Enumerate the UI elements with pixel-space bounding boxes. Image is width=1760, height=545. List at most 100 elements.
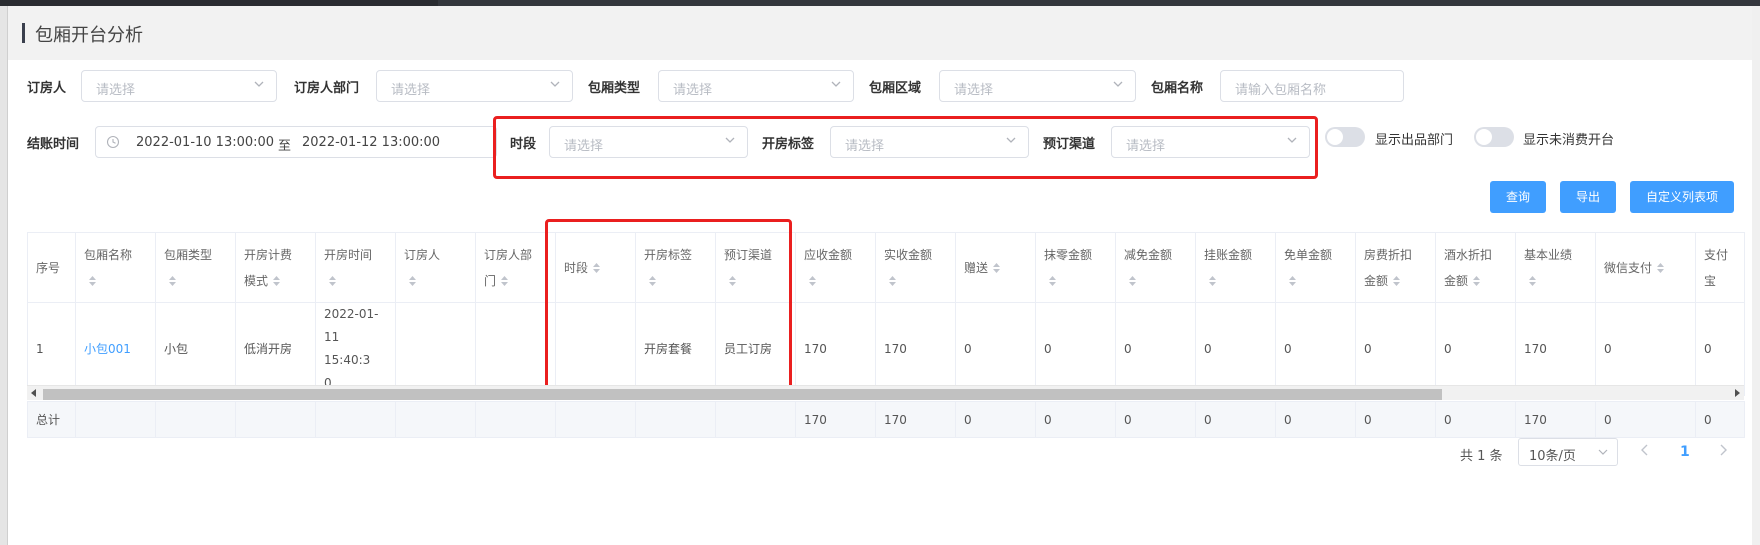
cell-rounding: 0 (1035, 302, 1116, 396)
room-area-select[interactable]: 请选择 (939, 70, 1136, 102)
sort-icon[interactable] (1128, 275, 1137, 287)
page-size-value: 10条/页 (1529, 449, 1576, 464)
totals-wechat: 0 (1595, 401, 1696, 438)
sort-icon[interactable] (808, 275, 817, 287)
col-header-open-time[interactable]: 开房时间 (315, 232, 396, 303)
col-header-drink-discount[interactable]: 酒水折扣 金额 (1435, 232, 1516, 303)
totals-empty (635, 401, 716, 438)
col-header-base-perf[interactable]: 基本业绩 (1515, 232, 1596, 303)
col-header-booker-dept[interactable]: 订房人部门 (475, 232, 556, 303)
col-header-booker[interactable]: 订房人 (395, 232, 476, 303)
sort-icon[interactable] (1528, 275, 1537, 287)
col-header-gift[interactable]: 赠送 (955, 232, 1036, 303)
highlight-columns-box (545, 219, 792, 389)
col-header-room-type[interactable]: 包厢类型 (155, 232, 236, 303)
checkout-start: 2022-01-10 13:00:00 (136, 135, 275, 150)
pagination-total: 共 1 条 (1460, 449, 1503, 464)
totals-receivable: 170 (795, 401, 876, 438)
col-label: 金额 (1444, 273, 1469, 288)
totals-drink-discount: 0 (1435, 401, 1516, 438)
col-label: 酒水折扣 (1444, 247, 1493, 262)
col-header-reduction[interactable]: 减免金额 (1115, 232, 1196, 303)
table-row[interactable]: 1 小包001 小包 低消开房 2022-01- 11 15:40:3 0 开房套餐… (27, 302, 1745, 396)
table-horizontal-scrollbar[interactable] (27, 385, 1744, 400)
totals-empty (155, 401, 236, 438)
col-label: 免单金额 (1284, 247, 1333, 262)
filter-label-room-area: 包厢区域 (869, 81, 922, 96)
col-header-index[interactable]: 序号 (27, 232, 76, 303)
right-scrollbar[interactable] (1752, 6, 1760, 545)
show-product-dept-label: 显示出品部门 (1375, 133, 1454, 148)
title-strip (8, 6, 1752, 60)
sort-icon[interactable] (500, 275, 509, 287)
page-size-select[interactable]: 10条/页 (1518, 438, 1618, 466)
booker-dept-select[interactable]: 请选择 (376, 70, 573, 102)
sort-icon[interactable] (168, 275, 177, 287)
cell-open-time: 2022-01- 11 15:40:3 0 (315, 302, 396, 396)
sort-icon[interactable] (1472, 275, 1481, 287)
col-label: 减免金额 (1124, 247, 1173, 262)
totals-rounding: 0 (1035, 401, 1116, 438)
sort-icon[interactable] (992, 262, 1001, 274)
sort-icon[interactable] (1048, 275, 1057, 287)
col-header-received[interactable]: 实收金额 (875, 232, 956, 303)
cell-reduction: 0 (1115, 302, 1196, 396)
scroll-right-icon[interactable] (1735, 389, 1740, 397)
export-button[interactable]: 导出 (1560, 181, 1616, 213)
col-label: 微信支付 (1604, 260, 1653, 275)
room-area-placeholder: 请选择 (954, 83, 994, 98)
clock-icon (106, 135, 120, 149)
totals-alipay: 0 (1695, 401, 1745, 438)
filter-label-booker-dept: 订房人部门 (294, 81, 360, 96)
scrollbar-thumb[interactable] (43, 389, 1442, 400)
sort-icon[interactable] (888, 275, 897, 287)
custom-columns-button[interactable]: 自定义列表项 (1630, 181, 1734, 213)
col-label: 挂账金额 (1204, 247, 1253, 262)
show-product-dept-toggle[interactable] (1325, 127, 1365, 147)
chevron-down-icon (1598, 449, 1608, 455)
cell-room-discount: 0 (1355, 302, 1436, 396)
cell-index: 1 (27, 302, 76, 396)
scroll-left-icon[interactable] (31, 389, 36, 397)
col-header-room-name[interactable]: 包厢名称 (75, 232, 156, 303)
next-page-icon[interactable] (1716, 443, 1730, 457)
sort-icon[interactable] (328, 275, 337, 287)
col-header-alipay[interactable]: 支付宝 (1695, 232, 1745, 303)
col-label: 赠送 (964, 260, 989, 275)
checkout-date-range[interactable]: 2022-01-10 13:00:00 至 2022-01-12 13:00:0… (95, 126, 497, 158)
col-header-receivable[interactable]: 应收金额 (795, 232, 876, 303)
totals-empty (555, 401, 636, 438)
checkout-end: 2022-01-12 13:00:00 (302, 135, 441, 150)
sort-icon[interactable] (408, 275, 417, 287)
col-header-on-account[interactable]: 挂账金额 (1195, 232, 1276, 303)
totals-room-discount: 0 (1355, 401, 1436, 438)
chevron-down-icon (1113, 81, 1123, 87)
sort-icon[interactable] (1392, 275, 1401, 287)
prev-page-icon[interactable] (1638, 443, 1652, 457)
room-name-input[interactable]: 请输入包厢名称 (1220, 70, 1404, 102)
col-header-free[interactable]: 免单金额 (1275, 232, 1356, 303)
title-marker (22, 23, 25, 43)
filter-label-room-type: 包厢类型 (588, 81, 641, 96)
col-header-room-discount[interactable]: 房费折扣 金额 (1355, 232, 1436, 303)
totals-on-account: 0 (1195, 401, 1276, 438)
sort-icon[interactable] (272, 275, 281, 287)
col-header-rounding[interactable]: 抹零金额 (1035, 232, 1116, 303)
query-button[interactable]: 查询 (1490, 181, 1546, 213)
col-header-billing-mode[interactable]: 开房计费 模式 (235, 232, 316, 303)
totals-gift: 0 (955, 401, 1036, 438)
current-page[interactable]: 1 (1680, 444, 1690, 460)
left-edge-panel (0, 6, 8, 545)
show-unconsumed-toggle[interactable] (1474, 127, 1514, 147)
chevron-down-icon (550, 81, 560, 87)
room-name-link[interactable]: 小包001 (84, 342, 131, 356)
col-header-wechat[interactable]: 微信支付 (1595, 232, 1696, 303)
booker-select[interactable]: 请选择 (81, 70, 277, 102)
sort-icon[interactable] (1656, 262, 1665, 274)
sort-icon[interactable] (1288, 275, 1297, 287)
room-type-select[interactable]: 请选择 (658, 70, 854, 102)
sort-icon[interactable] (88, 275, 97, 287)
col-label: 金额 (1364, 273, 1389, 288)
sort-icon[interactable] (1208, 275, 1217, 287)
cell-room-name[interactable]: 小包001 (75, 302, 156, 396)
